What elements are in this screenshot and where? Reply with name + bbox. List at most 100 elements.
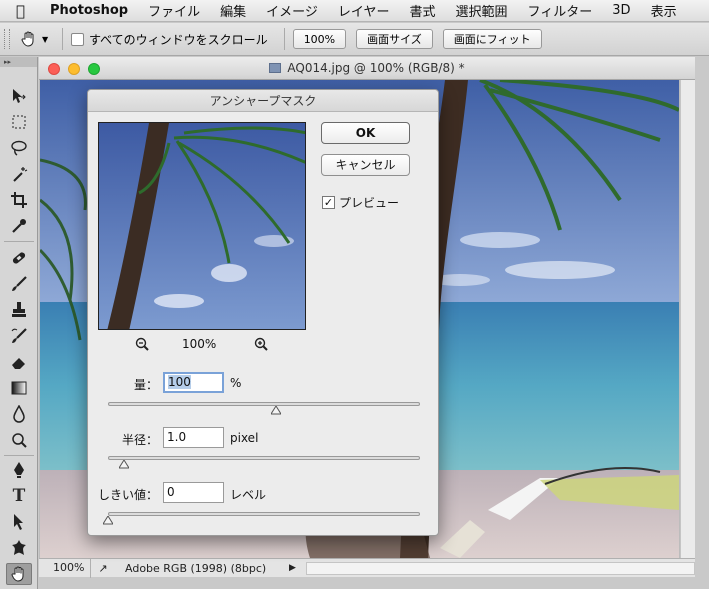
magic-wand-icon [13,167,28,182]
preview-checkbox[interactable]: ✓ プレビュー [322,194,399,211]
brush-tool[interactable] [6,273,32,295]
gradient-tool[interactable] [6,377,32,399]
threshold-label: しきい値： [97,488,158,502]
radius-unit: pixel [230,431,259,445]
options-bar-grip[interactable] [4,29,10,49]
threshold-slider-thumb[interactable] [103,516,113,525]
magic-wand-tool[interactable] [6,163,32,185]
zoom-button[interactable] [88,63,100,75]
preview-image [99,123,305,329]
healing-brush-tool[interactable] [6,247,32,269]
hand-icon [21,31,34,47]
hand-tool[interactable] [6,563,32,585]
chevron-down-icon: ▼ [42,34,49,44]
move-tool[interactable] [6,85,32,107]
divider [62,28,63,50]
clone-stamp-icon [12,302,26,317]
divider [283,28,285,50]
dodge-icon [12,433,27,448]
menu-3d[interactable]: 3D [612,3,630,18]
document-titlebar[interactable]: AQ014.jpg @ 100% (RGB/8) * [39,57,695,80]
menu-bar:  Photoshop ファイル 編集 イメージ レイヤー 書式 選択範囲 フィ… [0,0,709,22]
pen-icon [14,462,24,478]
tool-preset-picker[interactable]: ▼ [20,30,54,48]
options-bar: ▼ すべてのウィンドウをスクロール 100% 画面サイズ 画面にフィット [0,23,709,56]
status-menu-arrow[interactable]: ▶ [289,563,296,573]
zoom-level[interactable]: 100% [39,558,91,578]
tools-divider [4,241,34,242]
amount-label: 量： [133,378,158,392]
preview-zoom-level: 100% [182,337,217,351]
type-tool[interactable]: T [6,485,32,507]
ok-button[interactable]: OK [321,122,410,144]
checkmark-icon: ✓ [322,196,335,209]
shape-icon [12,540,26,555]
hand-icon [11,566,24,582]
minimize-button[interactable] [68,63,80,75]
share-icon[interactable]: ↗ [91,562,115,575]
fit-screen-button[interactable]: 画面サイズ [356,29,433,49]
threshold-slider[interactable] [108,512,420,516]
tools-panel-header[interactable]: ▸▸ [0,57,37,67]
eyedropper-tool[interactable] [6,215,32,237]
document-icon [269,63,282,73]
clone-stamp-tool[interactable] [6,299,32,321]
eraser-icon [12,358,25,369]
photoshop-screen:  Photoshop ファイル 編集 イメージ レイヤー 書式 選択範囲 フィ… [0,0,709,589]
filter-preview[interactable] [98,122,306,330]
horizontal-scrollbar[interactable] [305,561,695,575]
lasso-tool[interactable] [6,137,32,159]
move-icon [13,89,26,103]
vertical-scrollbar[interactable] [680,80,695,558]
brush-icon [12,276,27,291]
path-selection-icon [14,514,23,530]
status-bar: 100% ↗ Adobe RGB (1998) (8bpc) ▶ [39,558,695,578]
menu-image[interactable]: イメージ [266,1,318,20]
cancel-button[interactable]: キャンセル [321,154,410,176]
marquee-icon [12,115,26,129]
amount-slider[interactable] [108,402,420,406]
zoom-out-icon[interactable] [135,337,149,351]
threshold-value: 0 [167,485,175,499]
menu-edit[interactable]: 編集 [220,1,246,20]
path-selection-tool[interactable] [6,511,32,533]
amount-value: 100 [168,375,191,389]
radius-slider[interactable] [108,456,420,460]
app-menu[interactable]: Photoshop [50,3,128,18]
blur-tool[interactable] [6,403,32,425]
menu-view[interactable]: 表示 [651,1,677,20]
history-brush-tool[interactable] [6,325,32,347]
threshold-unit: レベル [230,488,267,502]
actual-pixels-button[interactable]: 100% [292,29,347,49]
shape-tool[interactable] [6,537,32,559]
menu-file[interactable]: ファイル [148,1,200,20]
document-title: AQ014.jpg @ 100% (RGB/8) * [287,61,465,75]
menu-filter[interactable]: フィルター [528,1,593,20]
tools-divider [4,455,34,456]
blur-icon [13,405,25,423]
threshold-input[interactable]: 0 [163,482,224,503]
amount-unit: % [230,376,242,390]
apple-icon[interactable]:  [16,2,38,20]
amount-slider-thumb[interactable] [271,406,282,415]
radius-slider-thumb[interactable] [118,460,129,469]
history-brush-icon [11,328,27,343]
crop-tool[interactable] [6,189,32,211]
radius-label: 半径： [121,433,158,447]
eraser-tool[interactable] [6,351,32,373]
close-button[interactable] [48,63,60,75]
type-icon: T [12,486,26,506]
zoom-in-icon[interactable] [254,337,268,351]
menu-select[interactable]: 選択範囲 [456,1,508,20]
dialog-title[interactable]: アンシャープマスク [88,90,438,112]
marquee-tool[interactable] [6,111,32,133]
menu-type[interactable]: 書式 [410,1,436,20]
menu-layer[interactable]: レイヤー [338,1,390,20]
fill-screen-button[interactable]: 画面にフィット [442,29,542,49]
scroll-all-checkbox[interactable] [71,32,84,46]
amount-input[interactable]: 100 [163,372,224,393]
pen-tool[interactable] [6,459,32,481]
tools-panel: ▸▸ T [0,57,38,589]
radius-input[interactable]: 1.0 [163,427,224,448]
dodge-tool[interactable] [6,429,32,451]
